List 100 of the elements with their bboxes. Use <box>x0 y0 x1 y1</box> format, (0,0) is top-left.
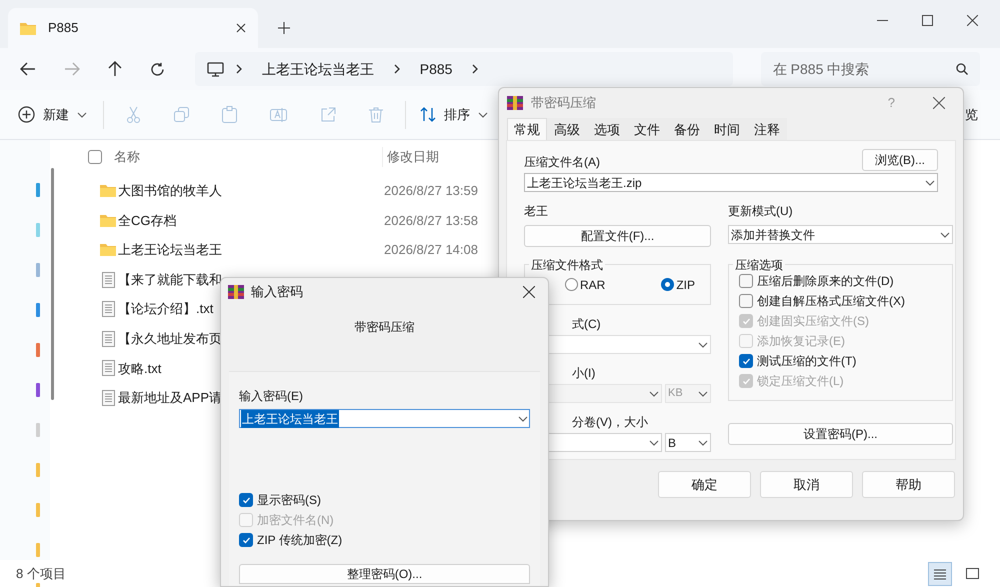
close-icon[interactable] <box>236 23 246 33</box>
refresh-icon[interactable] <box>150 62 165 76</box>
dialog-tab[interactable]: 选项 <box>587 118 627 140</box>
view-button[interactable]: 览 <box>965 104 982 124</box>
nav-icon[interactable] <box>36 343 40 357</box>
checkbox[interactable] <box>239 493 253 507</box>
nav-icon[interactable] <box>36 183 40 197</box>
rename-icon[interactable] <box>270 107 287 122</box>
nav-icon[interactable] <box>36 543 40 557</box>
field-label: 压缩文件名(A) <box>524 154 600 171</box>
search-input[interactable]: 在 P885 中搜索 <box>772 58 956 80</box>
chevron-down-icon <box>649 390 659 396</box>
document-icon <box>102 301 114 318</box>
file-name[interactable]: 上老王论坛当老王 <box>118 240 384 260</box>
checkbox[interactable] <box>739 274 753 288</box>
minimize-icon[interactable] <box>877 20 888 21</box>
checkmark-icon <box>742 316 750 326</box>
document-icon <box>102 360 114 376</box>
nav-icon[interactable] <box>36 223 40 237</box>
folder-tab[interactable]: P885 <box>8 8 258 48</box>
radio-button[interactable] <box>661 278 674 291</box>
dialog-tab[interactable]: 时间 <box>707 118 747 140</box>
column-header[interactable]: 修改日期 <box>382 147 439 167</box>
group-label: 压缩选项 <box>733 256 785 274</box>
dialog-subtitle: 带密码压缩 <box>354 319 414 336</box>
file-name[interactable]: 全CG存档 <box>118 210 384 230</box>
maximize-icon[interactable] <box>922 15 933 26</box>
dialog-button[interactable]: 帮助 <box>862 471 955 498</box>
nav-icon[interactable] <box>36 423 40 437</box>
radio-label: ZIP <box>676 276 696 294</box>
browse-button[interactable]: 浏览(B)... <box>862 149 938 171</box>
checkmark-icon <box>242 536 250 544</box>
dialog-tab[interactable]: 注释 <box>747 118 787 140</box>
archive-app-icon <box>228 285 244 299</box>
folder-icon <box>100 243 116 256</box>
nav-icon[interactable] <box>36 303 40 317</box>
address-bar[interactable]: 上老王论坛当老王 P885 <box>194 52 733 86</box>
checkmark-icon <box>742 356 750 366</box>
nav-icon[interactable] <box>36 463 40 477</box>
new-button[interactable]: 新建 <box>18 104 103 124</box>
dialog-button[interactable]: 确定 <box>658 471 751 498</box>
trash-icon[interactable] <box>369 106 383 122</box>
plus-circle-icon <box>18 106 35 123</box>
nav-icon[interactable] <box>36 503 40 517</box>
password-combobox[interactable]: 上老王论坛当老王 <box>239 409 530 428</box>
archive-name-combobox[interactable]: 上老王论坛当老王.zip <box>524 173 938 192</box>
dialog-tab[interactable]: 文件 <box>627 118 667 140</box>
checkbox[interactable] <box>239 533 253 547</box>
close-icon[interactable] <box>967 15 978 26</box>
organize-passwords-button[interactable]: 整理密码(O)... <box>239 564 530 584</box>
field-label: 更新模式(U) <box>728 204 793 218</box>
update-mode-combobox[interactable]: 添加并替换文件 <box>728 225 953 244</box>
field-label: 式(C) <box>572 316 602 333</box>
copy-icon[interactable] <box>174 107 189 122</box>
breadcrumb[interactable]: 上老王论坛当老王 <box>254 58 382 80</box>
checkbox-label: 创建固实压缩文件(S) <box>757 313 869 330</box>
checkbox[interactable] <box>739 354 753 368</box>
column-header[interactable]: 名称 <box>114 147 382 167</box>
dialog-tab[interactable]: 常规 <box>507 118 547 140</box>
sort-button[interactable]: 排序 <box>406 104 488 124</box>
radio-button[interactable] <box>565 278 578 291</box>
chevron-right-icon <box>472 64 478 74</box>
clipboard-icon[interactable] <box>222 106 237 123</box>
profile-button[interactable]: 配置文件(F)... <box>524 225 711 247</box>
dialog-title: 带密码压缩 <box>531 94 596 112</box>
close-icon[interactable] <box>933 97 945 109</box>
back-arrow-icon[interactable] <box>20 62 36 76</box>
nav-icon[interactable] <box>36 383 40 397</box>
breadcrumb[interactable]: P885 <box>412 58 460 80</box>
field-label: 小(I) <box>572 365 596 382</box>
radio-label: RAR <box>580 276 606 294</box>
dialog-tab[interactable]: 备份 <box>667 118 707 140</box>
chevron-down-icon <box>698 342 708 348</box>
details-view-icon[interactable] <box>928 562 952 586</box>
chevron-down-icon <box>649 440 659 446</box>
select-all-checkbox[interactable] <box>88 150 102 164</box>
new-tab-icon[interactable] <box>278 22 290 34</box>
close-icon[interactable] <box>523 286 535 298</box>
nav-icon[interactable] <box>36 263 40 277</box>
scissors-icon[interactable] <box>126 106 141 123</box>
forward-arrow-icon[interactable] <box>64 62 80 76</box>
scrollbar[interactable] <box>51 168 54 400</box>
checkbox[interactable] <box>739 294 753 308</box>
group-label: 压缩文件格式 <box>529 256 605 274</box>
sort-arrows-icon <box>420 107 436 122</box>
folder-icon <box>100 214 116 227</box>
checkbox-label: 压缩后删除原来的文件(D) <box>757 273 894 290</box>
search-field[interactable]: 在 P885 中搜索 <box>760 52 980 86</box>
file-name[interactable]: 大图书馆的牧羊人 <box>118 181 384 201</box>
field-label: 老王 <box>524 204 548 218</box>
up-arrow-icon[interactable] <box>108 61 122 77</box>
checkbox-label: 加密文件名(N) <box>257 512 334 529</box>
modified-date: 2026/8/27 14:08 <box>384 241 478 260</box>
share-icon[interactable] <box>320 107 336 122</box>
set-password-button[interactable]: 设置密码(P)... <box>728 423 953 445</box>
document-icon <box>102 390 114 406</box>
dialog-tab[interactable]: 高级 <box>547 118 587 140</box>
dialog-button[interactable]: 取消 <box>760 471 853 498</box>
chevron-down-icon <box>925 180 935 186</box>
volume-unit-combobox[interactable]: B <box>665 433 711 452</box>
